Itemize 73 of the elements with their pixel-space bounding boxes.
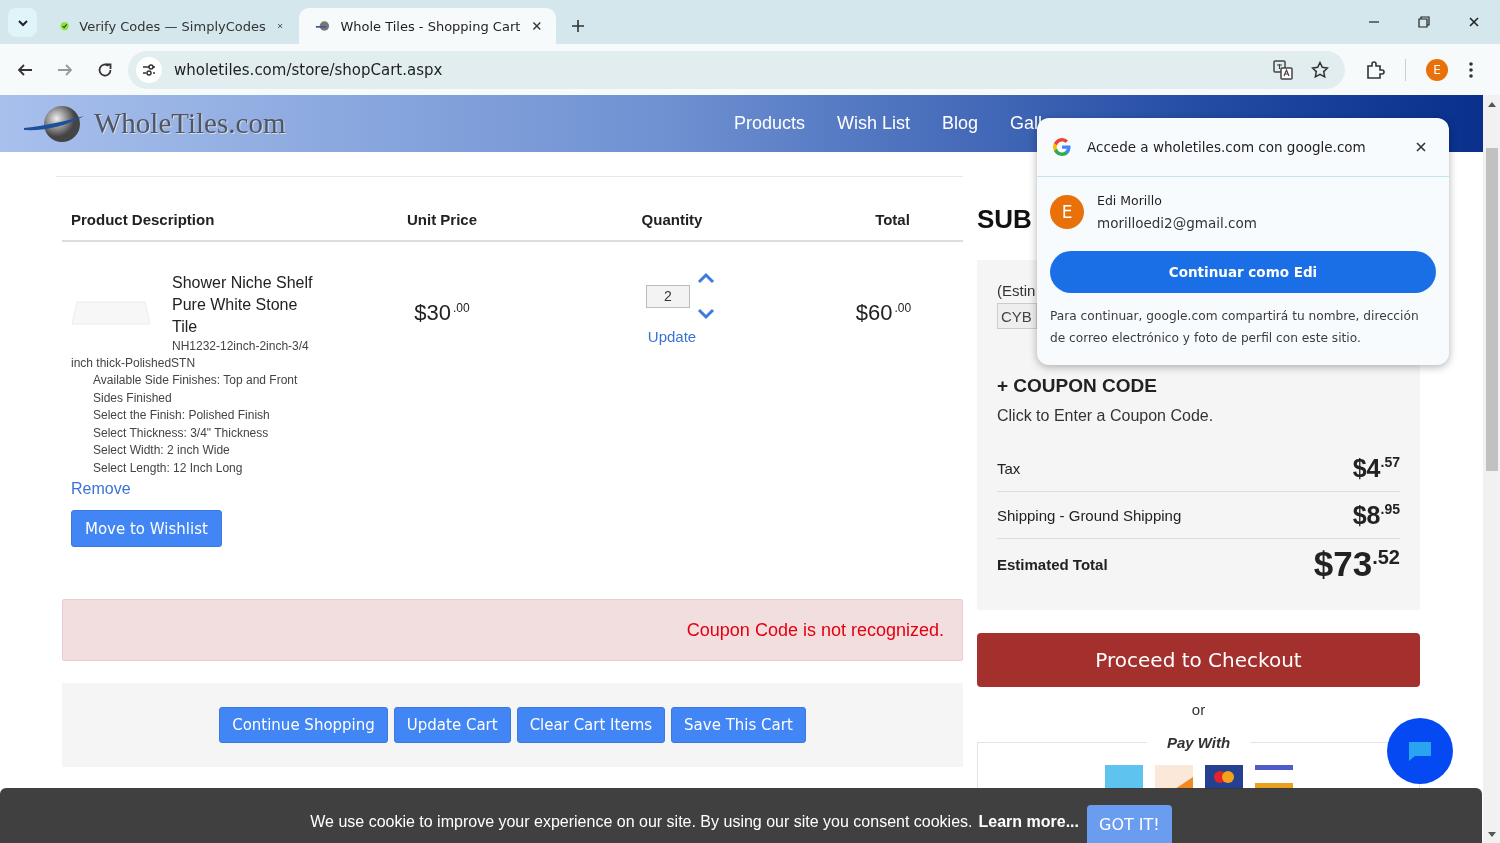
product-sku: NH1232-12inch-2inch-3/4 inch thick-PolishedSTN: [71, 338, 310, 372]
address-bar[interactable]: wholetiles.com/store/shopCart.aspx: [128, 50, 1345, 89]
coupon-link[interactable]: Click to Enter a Coupon Code.: [997, 407, 1400, 425]
new-tab-icon[interactable]: [570, 18, 586, 34]
account-name: Edi Morillo: [1097, 192, 1163, 210]
learn-more-link[interactable]: Learn more...: [978, 813, 1079, 831]
zip-field[interactable]: CYB: [997, 303, 1037, 329]
estimated-total-label: Estimated Total: [997, 555, 1108, 573]
browser-tab[interactable]: Verify Codes — SimplyCodes: [44, 8, 296, 44]
tab-search-button[interactable]: [8, 8, 37, 37]
estimated-total-amount: $73$^{.52}$: [1313, 544, 1400, 584]
cookie-message: We use cookie to improve your experience on our site. By using our site you consent cookies.: [310, 813, 973, 831]
or-text: or: [1190, 701, 1207, 718]
decrease-chevron-icon[interactable]: [697, 308, 715, 320]
product-option: Select Length: 12 Inch Long: [93, 459, 321, 477]
pay-with-label: Pay With: [1165, 734, 1232, 751]
cart-action-button[interactable]: Save This Cart: [671, 707, 806, 743]
logo-sphere-icon[interactable]: [22, 103, 86, 144]
increase-chevron-icon[interactable]: [697, 272, 715, 284]
extensions-puzzle-icon[interactable]: [1365, 59, 1385, 80]
cart-action-button[interactable]: Update Cart: [393, 707, 511, 743]
popup-title: Accede a wholetiles.com con google.com: [1087, 139, 1367, 155]
google-logo-icon: [1051, 136, 1073, 158]
continue-button[interactable]: Continuar como Edi: [1050, 251, 1436, 293]
unit-price: $30$^{.00}$: [414, 300, 470, 325]
alert-text: Coupon Code is not recognized.: [686, 619, 944, 641]
consent-notice: Para continuar, google.com compartirá tu nombre, dirección de correo electrónico y foto de perfil con este sitio.: [1050, 308, 1420, 347]
coupon-heading[interactable]: + COUPON CODE: [997, 375, 1400, 397]
site-settings-icon[interactable]: [141, 61, 157, 78]
update-link[interactable]: Update: [647, 328, 697, 345]
nav-link[interactable]: Products: [734, 113, 806, 134]
scroll-up-icon[interactable]: [1486, 100, 1497, 108]
url-text: wholetiles.com/store/shopCart.aspx: [174, 60, 444, 79]
scrollbar[interactable]: [1483, 95, 1500, 843]
scrollbar-thumb[interactable]: [1485, 148, 1498, 471]
cart-action-button[interactable]: Clear Cart Items: [516, 707, 666, 743]
product-option: Select the Finish: Polished Finish: [93, 407, 321, 425]
sphere-favicon-icon: [315, 19, 331, 33]
checkout-button[interactable]: Proceed to Checkout: [977, 633, 1420, 687]
account-email: morilloedi2@gmail.com: [1097, 214, 1257, 233]
menu-icon[interactable]: [1468, 60, 1474, 79]
profile-avatar[interactable]: E: [1426, 58, 1448, 81]
translate-icon[interactable]: [1273, 59, 1293, 80]
got-it-button[interactable]: GOT IT!: [1087, 805, 1172, 843]
move-to-wishlist-button[interactable]: Move to Wishlist: [71, 510, 222, 547]
nav-link[interactable]: Blog: [942, 113, 979, 134]
product-option: Available Side Finishes: Top and Front Sides Finished: [93, 372, 321, 407]
column-header: Product Description: [70, 211, 216, 230]
account-avatar: E: [1050, 195, 1084, 229]
scroll-down-icon[interactable]: [1486, 831, 1497, 839]
column-header: Unit Price: [406, 211, 478, 230]
bookmark-star-icon[interactable]: [1311, 60, 1329, 79]
remove-link[interactable]: Remove: [71, 480, 131, 498]
chat-button-icon[interactable]: [1387, 718, 1453, 784]
browser-tab[interactable]: Whole Tiles - Shopping Cart: [299, 8, 556, 44]
column-header: Total: [874, 211, 911, 230]
restore-icon[interactable]: [1416, 14, 1432, 30]
logo-text[interactable]: WholeTiles.com: [94, 107, 286, 140]
summary-label: Tax: [997, 459, 1021, 477]
estimate-label: (Estin: [997, 282, 1037, 299]
column-header: Quantity: [640, 211, 704, 230]
product-option: Select Width: 2 inch Wide: [93, 442, 321, 460]
nav-link[interactable]: Wish List: [837, 113, 911, 134]
quantity-field[interactable]: 2: [646, 284, 690, 308]
line-total: $60$^{.00}$: [855, 300, 912, 325]
mastercard-icon[interactable]: [1204, 765, 1243, 789]
summary-heading: SUB: [977, 204, 1032, 234]
cart-action-button[interactable]: Continue Shopping: [219, 707, 388, 743]
summary-amount: $4$^{.57}$: [1352, 453, 1400, 483]
product-option: Select Thickness: 3/4" Thickness: [93, 424, 321, 442]
product-name[interactable]: Shower Niche Shelf Pure White Stone Tile: [71, 272, 321, 338]
summary-label: Shipping - Ground Shipping: [997, 506, 1182, 524]
summary-amount: $8$^{.95}$: [1352, 500, 1400, 530]
